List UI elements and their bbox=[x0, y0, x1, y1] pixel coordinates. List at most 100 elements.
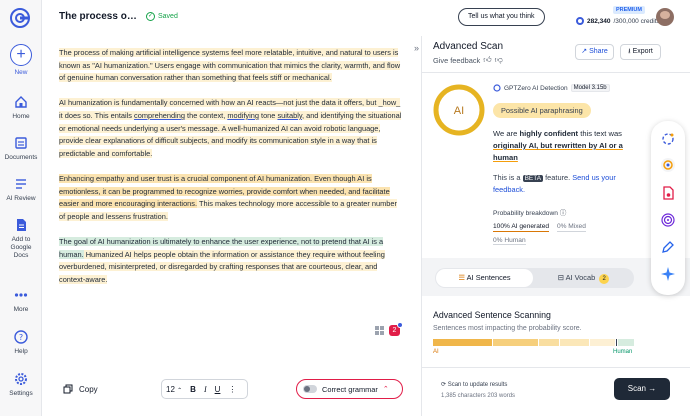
sparkle-icon[interactable] bbox=[660, 266, 676, 282]
plus-icon: + bbox=[10, 44, 32, 66]
share-icon: ↗ bbox=[581, 48, 590, 55]
scale-human-label: Human bbox=[613, 349, 633, 355]
more-options-button[interactable]: ⋮ bbox=[228, 385, 236, 394]
verdict-result: originally AI, but rewritten by AI or a … bbox=[493, 141, 623, 162]
list-icon: ☰ bbox=[458, 273, 467, 282]
vocab-word[interactable]: modifying bbox=[227, 111, 259, 120]
paragraph-4: The goal of AI humanization is ultimatel… bbox=[59, 236, 405, 286]
divider bbox=[422, 72, 690, 73]
avatar[interactable] bbox=[656, 8, 674, 26]
verdict-part: this text was bbox=[578, 129, 622, 138]
ai-score-ring: AI bbox=[433, 84, 485, 136]
paragraph-2: AI humanization is fundamentally concern… bbox=[59, 97, 405, 160]
left-sidebar: + New Home Documents AI Review Add to Go… bbox=[0, 0, 42, 416]
thumbs-down-icon[interactable]: 👎︎ bbox=[495, 55, 503, 65]
sidebar-item-new[interactable]: + New bbox=[0, 44, 42, 77]
documents-icon bbox=[15, 137, 27, 149]
scanning-title: Advanced Sentence Scanning bbox=[433, 310, 551, 320]
beta-notice: This is a BETA feature. Send us your fee… bbox=[493, 172, 633, 195]
paragraph-1: The process of making artificial intelli… bbox=[59, 47, 405, 85]
scale-ai-label: AI bbox=[433, 349, 439, 355]
export-label: Export bbox=[632, 48, 653, 55]
paragraph-3: Enhancing empathy and user trust is a cr… bbox=[59, 173, 405, 223]
credits-used: 282,340 bbox=[587, 17, 611, 25]
fingerprint-icon[interactable] bbox=[660, 212, 676, 228]
beta-text: This is a bbox=[493, 173, 523, 182]
bar-segment bbox=[493, 339, 538, 346]
give-feedback: Give feedback 👍︎ 👎︎ bbox=[433, 55, 503, 65]
check-icon: ✓ bbox=[146, 12, 155, 21]
sparkle-dots-icon[interactable] bbox=[660, 131, 676, 147]
prob-mixed: 0% Mixed bbox=[556, 223, 586, 232]
bold-button[interactable]: B bbox=[190, 385, 196, 394]
document-editor[interactable]: The process of making artificial intelli… bbox=[59, 47, 405, 299]
bar-segment bbox=[538, 339, 559, 346]
saved-label: Saved bbox=[158, 13, 178, 20]
sidebar-item-documents[interactable]: Documents bbox=[0, 135, 42, 162]
saved-status: ✓ Saved bbox=[146, 12, 178, 21]
grid-icon[interactable] bbox=[374, 325, 385, 336]
verdict-text: We are highly confident this text was or… bbox=[493, 128, 628, 164]
top-bar: The process of m... ✓ Saved Tell us what… bbox=[43, 0, 690, 36]
book-icon: ⊟ bbox=[557, 273, 566, 282]
thumbs-up-icon[interactable]: 👍︎ bbox=[483, 55, 491, 65]
bar-segment bbox=[618, 339, 635, 346]
verdict-pill: Possible AI paraphrasing bbox=[493, 103, 591, 118]
gptzero-mini-icon bbox=[493, 84, 501, 92]
scan-note: ⟳ Scan to update results bbox=[441, 381, 507, 388]
scan-footer: ⟳ Scan to update results 1,385 character… bbox=[422, 367, 690, 416]
italic-button[interactable]: I bbox=[204, 385, 207, 394]
refresh-icon: ⟳ bbox=[441, 382, 448, 388]
vocab-word[interactable]: suitably bbox=[277, 111, 302, 120]
sidebar-item-google-docs[interactable]: Add to Google Docs bbox=[0, 217, 42, 260]
bar-marker bbox=[616, 339, 618, 346]
grammarly-icon[interactable]: 2 bbox=[389, 322, 403, 336]
info-icon[interactable]: ⓘ bbox=[560, 210, 567, 217]
probability-title-label: Probability breakdown bbox=[493, 210, 558, 217]
copy-button[interactable]: Copy bbox=[63, 384, 98, 394]
feedback-button[interactable]: Tell us what you think bbox=[458, 8, 545, 26]
sidebar-item-home[interactable]: Home bbox=[0, 94, 42, 121]
underline-button[interactable]: U bbox=[215, 385, 221, 394]
sidebar-item-settings[interactable]: Settings bbox=[0, 371, 42, 398]
toggle-switch[interactable] bbox=[303, 385, 317, 393]
bar-segment bbox=[559, 339, 590, 346]
sidebar-item-label: More bbox=[13, 306, 29, 313]
document-title[interactable]: The process of m... bbox=[59, 11, 139, 22]
tabs: ☰ AI Sentences ⊟ AI Vocab 2 bbox=[435, 268, 634, 288]
document-check-icon[interactable] bbox=[660, 185, 676, 201]
collapse-panel-icon[interactable]: » bbox=[414, 43, 419, 53]
highlight-paraphrased: The process of making artificial intelli… bbox=[59, 48, 401, 83]
sentence-scale-bar[interactable] bbox=[433, 339, 635, 346]
tab-ai-vocab[interactable]: ⊟ AI Vocab 2 bbox=[534, 269, 633, 287]
prob-ai: 100% AI generated bbox=[493, 223, 550, 232]
scan-panel: Advanced Scan Give feedback 👍︎ 👎︎ ↗ Shar… bbox=[421, 36, 690, 416]
chevron-icon: ⌃ bbox=[177, 387, 183, 394]
sidebar-item-label: AI Review bbox=[6, 195, 36, 202]
confidence-text: highly confident bbox=[519, 129, 579, 138]
premium-badge: PREMIUM bbox=[613, 6, 645, 14]
scan-button[interactable]: Scan → bbox=[614, 378, 670, 400]
gptzero-logo[interactable] bbox=[9, 7, 31, 29]
sidebar-item-help[interactable]: ? Help bbox=[0, 329, 42, 356]
export-button[interactable]: ⭳ Export bbox=[620, 44, 661, 60]
vocab-word[interactable]: comprehending bbox=[134, 111, 185, 120]
sidebar-item-ai-review[interactable]: AI Review bbox=[0, 176, 42, 203]
pen-icon[interactable] bbox=[660, 239, 676, 255]
highlight-ai-sentence[interactable]: Enhancing empathy and user trust is a cr… bbox=[59, 173, 313, 183]
font-size-select[interactable]: 12 ⌃ bbox=[166, 385, 182, 394]
svg-text:?: ? bbox=[19, 333, 23, 342]
text-span: the context, bbox=[185, 110, 228, 120]
model-badge: Model 3.15b bbox=[570, 84, 610, 92]
sidebar-item-more[interactable]: More bbox=[0, 287, 42, 314]
share-button[interactable]: ↗ Share bbox=[575, 44, 614, 60]
help-icon: ? bbox=[14, 330, 28, 344]
more-icon bbox=[14, 293, 28, 297]
sidebar-item-label: Documents bbox=[4, 154, 38, 161]
correct-grammar-toggle[interactable]: Correct grammar ⌃ bbox=[296, 379, 403, 399]
sidebar-item-label: Settings bbox=[9, 390, 33, 397]
tab-ai-sentences[interactable]: ☰ AI Sentences bbox=[436, 269, 533, 287]
gptzero-tool-icon[interactable] bbox=[660, 157, 676, 173]
probability-title: Probability breakdown ⓘ bbox=[493, 207, 566, 217]
bar-segment bbox=[433, 339, 493, 346]
